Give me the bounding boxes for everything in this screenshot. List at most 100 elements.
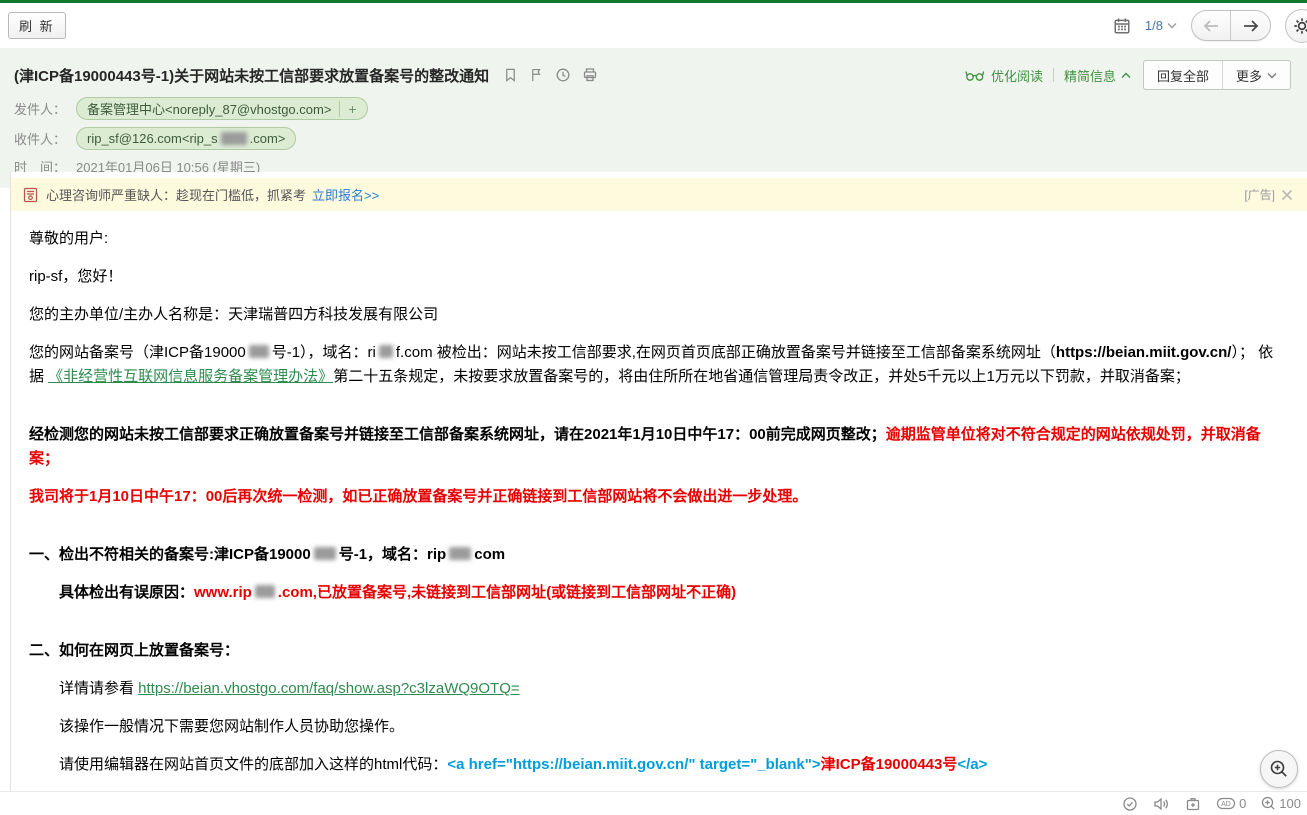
mail-subject: (津ICP备19000443号-1)关于网站未按工信部要求放置备案号的整改通知 <box>14 65 489 86</box>
mail-nav-group <box>1191 10 1271 41</box>
reason-detail-text: .com,已放置备案号,未链接到工信部网址(或链接到工信部网址不正确) <box>278 584 736 601</box>
redacted-text <box>255 585 275 598</box>
miit-url-text: https://beian.miit.gov.cn/ <box>1056 344 1232 361</box>
recheck-text: 我司将于1月10日中午17：00后再次统一检测，如已正确放置备案号并正确链接到工… <box>29 488 807 505</box>
sender-chip[interactable]: 备案管理中心<noreply_87@vhostgo.com> + <box>76 97 368 120</box>
speaker-icon <box>1153 796 1170 812</box>
section2-title-text: 二、如何在网页上放置备案号： <box>29 642 239 659</box>
code-icp-number-text: 津ICP备19000443号 <box>821 756 958 773</box>
more-button-label: 更多 <box>1236 66 1262 85</box>
reason-domain-text: www.rip <box>194 584 252 601</box>
clock-icon[interactable] <box>555 67 571 83</box>
detail-link-line: 详情请参看 https://beian.vhostgo.com/faq/show… <box>29 677 1283 701</box>
simplify-info-label: 精简信息 <box>1064 66 1116 85</box>
recipient-chip[interactable]: rip_sf@126.com<rip_s .com> <box>76 127 296 150</box>
zoom-plus-icon <box>1261 796 1276 811</box>
top-toolbar: 刷 新 1/8 <box>0 3 1307 48</box>
icp-text-3: f.com 被检出：网站未按工信部要求,在网页首页底部正确放置备案号并链接至工信… <box>396 344 1056 361</box>
more-button[interactable]: 更多 <box>1223 61 1290 89</box>
to-label: 收件人： <box>14 129 76 148</box>
deadline-text: 经检测您的网站未按工信部要求正确放置备案号并链接至工信部备案系统网址，请在202… <box>29 426 886 443</box>
from-row: 发件人： 备案管理中心<noreply_87@vhostgo.com> + <box>14 97 1291 120</box>
note-text: 该操作一般情况下需要您网站制作人员协助您操作。 <box>59 718 404 735</box>
gear-icon <box>1293 17 1307 35</box>
zoom-percent: 100 <box>1279 796 1301 811</box>
recheck-paragraph: 我司将于1月10日中午17：00后再次统一检测，如已正确放置备案号并正确链接到工… <box>29 485 1283 509</box>
greeting-text: 尊敬的用户: <box>29 230 108 247</box>
mail-content-pane: 心理咨询师严重缺人：趁现在门槛低，抓紧考 立即报名>> [广告] 尊敬的用户: … <box>10 172 1307 791</box>
ad-banner: 心理咨询师严重缺人：趁现在门槛低，抓紧考 立即报名>> [广告] <box>11 178 1307 211</box>
save-attachment-button[interactable] <box>1185 796 1201 812</box>
divider <box>1053 68 1054 82</box>
redacted-text <box>379 345 393 358</box>
ad-count: 0 <box>1239 796 1246 811</box>
shield-check-icon <box>1122 796 1138 812</box>
code-close-tag-text: </a> <box>957 756 987 773</box>
safety-shield-button[interactable] <box>1122 796 1138 812</box>
refresh-button[interactable]: 刷 新 <box>8 12 66 39</box>
redacted-text <box>449 547 471 560</box>
glasses-icon <box>965 70 986 81</box>
ad-tag: [广告] <box>1244 186 1275 203</box>
section1-title: 一、检出不符相关的备案号:津ICP备19000号-1，域名：ripcom <box>29 543 1283 567</box>
mail-header: (津ICP备19000443号-1)关于网站未按工信部要求放置备案号的整改通知 <box>0 48 1307 188</box>
regulation-link[interactable]: 《非经营性互联网信息服务备案管理办法》 <box>48 368 333 385</box>
deadline-paragraph: 经检测您的网站未按工信部要求正确放置备案号并链接至工信部备案系统网址，请在202… <box>29 423 1283 471</box>
redacted-text <box>249 345 269 358</box>
faq-link[interactable]: https://beian.vhostgo.com/faq/show.asp?c… <box>138 680 519 697</box>
icp-detect-paragraph: 您的网站备案号（津ICP备19000号-1），域名：rif.com 被检出：网站… <box>29 341 1283 389</box>
flag-icon[interactable] <box>529 67 544 83</box>
chevron-down-icon <box>1167 22 1177 29</box>
close-icon[interactable] <box>1281 189 1293 201</box>
ad-badge-icon: AD <box>1216 796 1236 811</box>
magnifier-plus-icon <box>1269 759 1289 779</box>
greeting-line: 尊敬的用户: <box>29 227 1283 251</box>
previous-mail-button[interactable] <box>1192 11 1231 40</box>
svg-text:AD: AD <box>1221 801 1231 808</box>
zoom-level-control[interactable]: 100 <box>1261 796 1301 811</box>
salutation-line: rip-sf，您好！ <box>29 265 1283 289</box>
arrow-left-icon <box>1202 19 1220 33</box>
first-aid-kit-icon <box>1185 796 1201 812</box>
bookmark-icon[interactable] <box>503 67 518 83</box>
next-mail-button[interactable] <box>1231 11 1270 40</box>
optimize-reading-link[interactable]: 优化阅读 <box>965 66 1043 85</box>
ad-filter-control[interactable]: AD 0 <box>1216 796 1246 811</box>
read-aloud-button[interactable] <box>1153 796 1170 812</box>
recipient-address-prefix: rip_sf@126.com<rip_s <box>87 131 218 146</box>
optimize-reading-label: 优化阅读 <box>991 66 1043 85</box>
reason-label: 具体检出有误原因： <box>59 584 194 601</box>
salutation-text: rip-sf，您好！ <box>29 268 122 285</box>
simplify-info-link[interactable]: 精简信息 <box>1064 66 1131 85</box>
section1-text-2: 号-1，域名：rip <box>339 546 447 563</box>
zoom-in-fab-button[interactable] <box>1260 750 1298 788</box>
organizer-text: 您的主办单位/主办人名称是：天津瑞普四方科技发展有限公司 <box>29 306 438 323</box>
recipient-address-suffix: .com> <box>250 131 286 146</box>
status-bar: AD 0 100 <box>0 791 1307 815</box>
ad-text: 心理咨询师严重缺人：趁现在门槛低，抓紧考 <box>46 185 306 204</box>
note-line: 该操作一般情况下需要您网站制作人员协助您操作。 <box>29 715 1283 739</box>
page-indicator-label: 1/8 <box>1145 18 1163 33</box>
certificate-icon <box>23 187 38 203</box>
redacted-text <box>314 547 336 560</box>
html-code-line: 请使用编辑器在网站首页文件的底部加入这样的html代码：<a href="htt… <box>29 753 1283 777</box>
from-label: 发件人： <box>14 99 76 118</box>
section2-title: 二、如何在网页上放置备案号： <box>29 639 1283 663</box>
chevron-down-icon <box>1267 72 1277 79</box>
add-contact-button[interactable]: + <box>339 101 356 117</box>
organizer-line: 您的主办单位/主办人名称是：天津瑞普四方科技发展有限公司 <box>29 303 1283 327</box>
page-indicator[interactable]: 1/8 <box>1145 18 1177 33</box>
icp-text-5: 第二十五条规定，未按要求放置备案号的，将由住所所在地省通信管理局责令改正，并处5… <box>333 368 1190 385</box>
section1-text-1: 一、检出不符相关的备案号:津ICP备19000 <box>29 546 311 563</box>
code-open-tag-text: <a href="https://beian.miit.gov.cn/" tar… <box>447 756 820 773</box>
calendar-icon[interactable] <box>1113 17 1131 35</box>
sender-address: 备案管理中心<noreply_87@vhostgo.com> <box>87 99 331 118</box>
reply-all-button[interactable]: 回复全部 <box>1144 61 1223 89</box>
printer-icon[interactable] <box>582 67 598 83</box>
to-row: 收件人： rip_sf@126.com<rip_s .com> <box>14 127 1291 150</box>
settings-gear-button[interactable] <box>1285 9 1307 43</box>
ad-signup-link[interactable]: 立即报名>> <box>312 185 379 204</box>
icp-text-2: 号-1），域名：ri <box>272 344 376 361</box>
detail-label: 详情请参看 <box>59 680 138 697</box>
arrow-right-icon <box>1242 19 1260 33</box>
